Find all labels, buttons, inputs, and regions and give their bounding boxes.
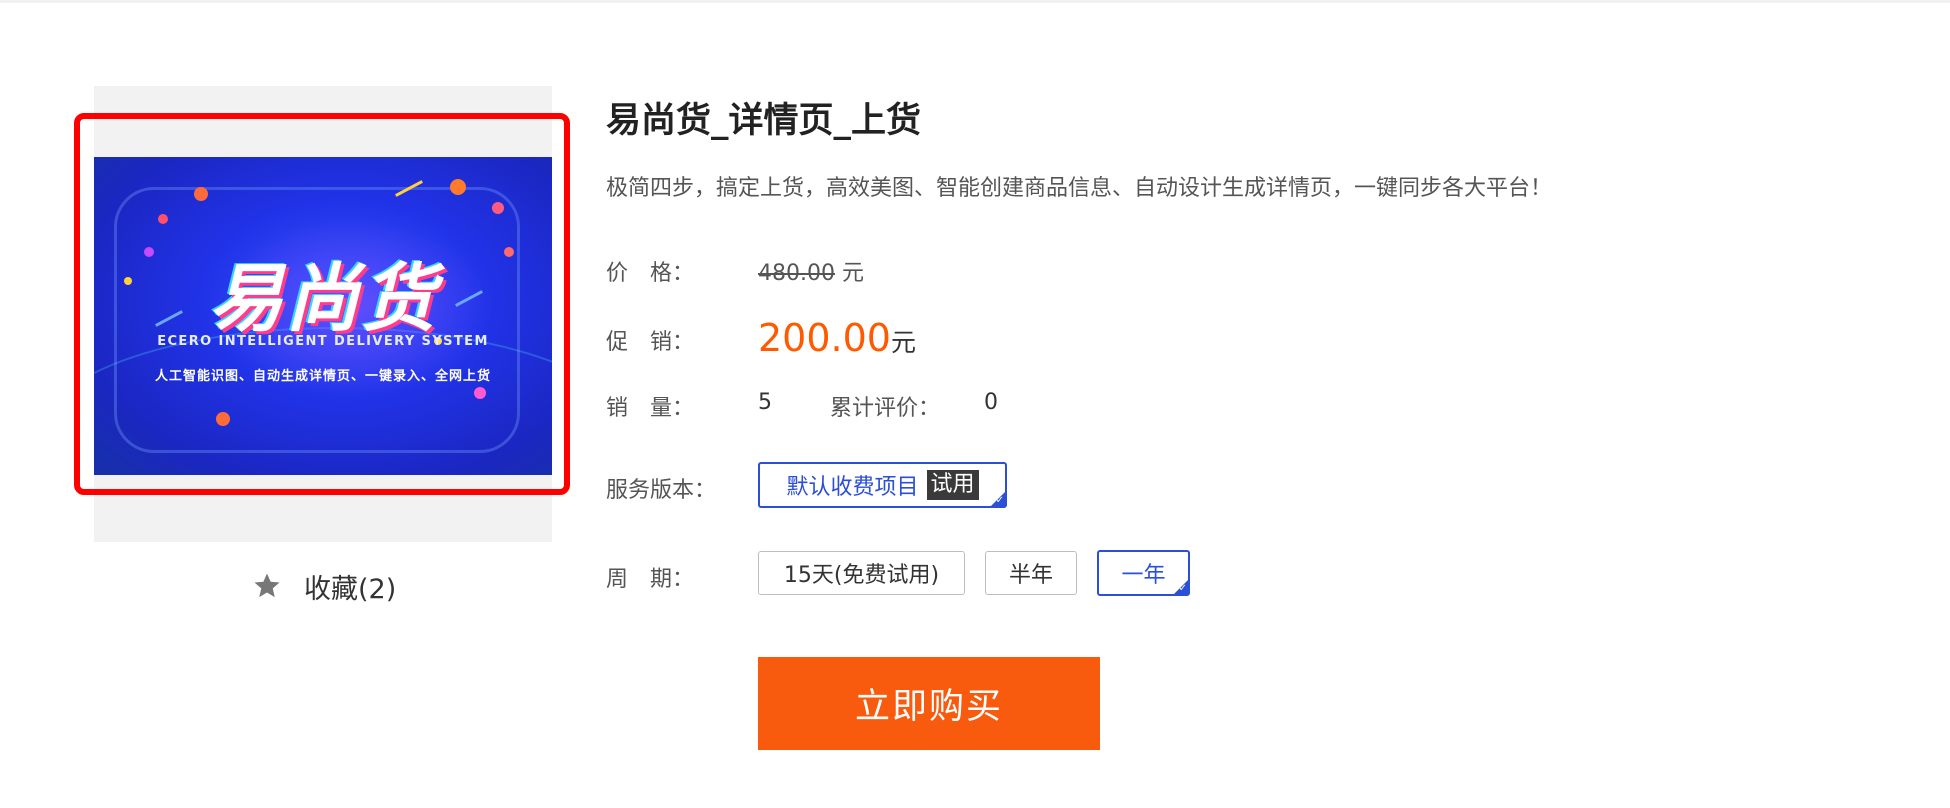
trial-badge: 试用 bbox=[926, 470, 979, 500]
buy-now-button[interactable]: 立即购买 bbox=[758, 657, 1100, 750]
promo-price-value: 200.00 bbox=[758, 316, 891, 360]
product-title: 易尚货_详情页_上货 bbox=[606, 101, 922, 141]
reviews-value: 0 bbox=[984, 390, 998, 415]
price-label: 价 格： bbox=[606, 261, 695, 286]
sales-label: 销 量： bbox=[606, 396, 695, 421]
service-version-label: 服务版本： bbox=[606, 478, 717, 503]
check-icon: ✓ bbox=[995, 495, 1004, 506]
service-option-label: 默认收费项目 bbox=[786, 475, 919, 500]
period-label: 周 期： bbox=[606, 567, 695, 592]
favorite-label: 收藏(2) bbox=[304, 573, 397, 605]
period-option-half-year[interactable]: 半年 bbox=[985, 551, 1077, 595]
check-icon: ✓ bbox=[1178, 583, 1187, 594]
original-price: 480.00 元 bbox=[758, 255, 864, 287]
promo-price-unit: 元 bbox=[890, 328, 916, 357]
period-option-label: 一年 bbox=[1121, 563, 1166, 588]
sales-value: 5 bbox=[758, 390, 772, 415]
promo-label: 促 销： bbox=[606, 330, 695, 355]
product-description: 极简四步，搞定上货，高效美图、智能创建商品信息、自动设计生成详情页，一键同步各大… bbox=[606, 176, 1553, 201]
period-option-label: 15天(免费试用) bbox=[783, 563, 940, 588]
service-option-default[interactable]: 默认收费项目 试用 ✓ bbox=[758, 462, 1007, 508]
original-price-value: 480.00 bbox=[758, 261, 835, 286]
top-divider bbox=[0, 0, 1950, 3]
promo-price: 200.00元 bbox=[758, 316, 916, 360]
star-icon bbox=[254, 573, 280, 598]
highlight-box bbox=[74, 113, 570, 495]
period-option-15-days[interactable]: 15天(免费试用) bbox=[758, 551, 965, 595]
period-option-one-year[interactable]: 一年 ✓ bbox=[1097, 550, 1190, 596]
favorite-button[interactable]: 收藏(2) bbox=[252, 566, 396, 606]
original-price-unit: 元 bbox=[841, 261, 864, 286]
reviews-label: 累计评价： bbox=[830, 396, 941, 421]
period-option-label: 半年 bbox=[1008, 563, 1053, 588]
